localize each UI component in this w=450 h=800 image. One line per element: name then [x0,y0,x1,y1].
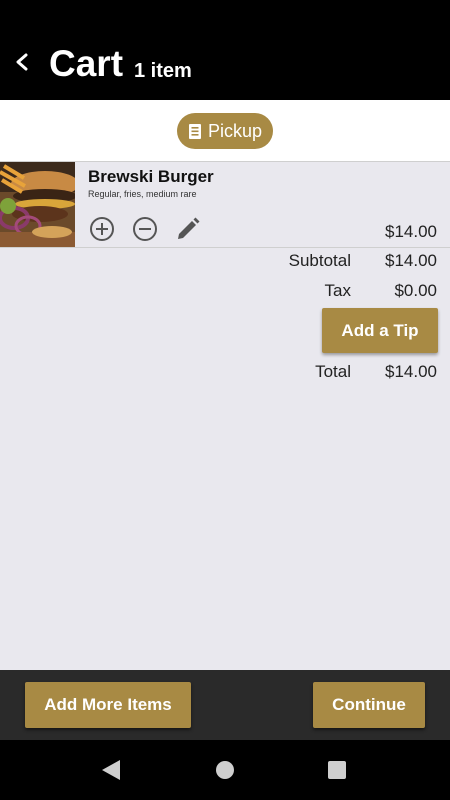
item-price: $14.00 [385,222,437,241]
system-nav-bar [0,740,450,800]
tax-row: Tax $0.00 [325,281,437,301]
pickup-button[interactable]: Pickup [177,113,273,149]
page-title: Cart [49,43,124,84]
back-icon[interactable] [12,50,32,74]
subtotal-value: $14.00 [385,251,437,270]
total-value: $14.00 [385,362,437,381]
nav-home-icon[interactable] [215,760,235,785]
pickup-label: Pickup [207,120,263,141]
nav-recents-icon[interactable] [328,761,346,784]
cart-item: Brewski Burger Regular, fries, medium ra… [0,162,450,248]
increase-quantity-icon[interactable] [89,216,115,242]
edit-pencil-icon[interactable] [175,216,201,242]
app-header: Cart 1 item [0,0,450,100]
tax-value: $0.00 [394,281,437,300]
tax-label: Tax [324,281,351,300]
item-name: Brewski Burger [88,167,214,186]
add-more-items-button[interactable]: Add More Items [25,682,191,728]
subtotal-label: Subtotal [288,251,351,270]
nav-back-icon[interactable] [101,759,121,786]
burger-thumbnail [0,162,75,247]
order-mode-bar: Pickup [0,100,450,162]
checkout-footer: Add More Items Continue [0,670,450,740]
receipt-icon [188,123,201,139]
total-label: Total [315,362,351,381]
decrease-quantity-icon[interactable] [132,216,158,242]
item-options: Regular, fries, medium rare [88,189,197,199]
item-count: 1 item [134,60,192,82]
subtotal-row: Subtotal $14.00 [289,251,437,271]
total-row: Total $14.00 [315,362,437,382]
continue-button[interactable]: Continue [313,682,425,728]
add-tip-button[interactable]: Add a Tip [322,308,438,353]
